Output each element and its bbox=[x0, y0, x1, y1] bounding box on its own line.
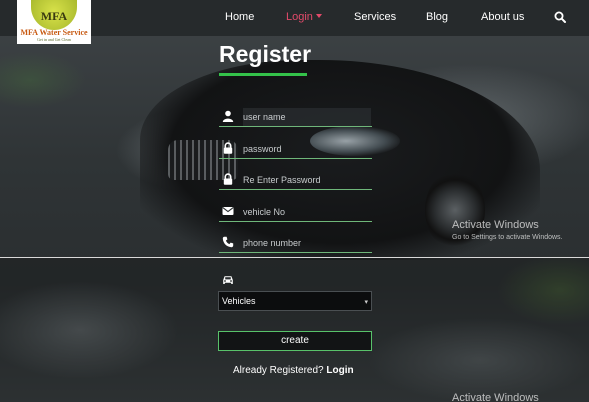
already-registered-text: Already Registered? Login bbox=[233, 365, 354, 376]
logo-name: MFA Water Service bbox=[20, 28, 88, 37]
phone-input[interactable] bbox=[243, 234, 371, 252]
watermark-subtitle: Go to Settings to activate Windows. bbox=[452, 234, 563, 241]
logo-tagline: Get in and Get Clean bbox=[37, 37, 71, 42]
logo-initials: MFA bbox=[31, 0, 77, 30]
vehicle-no-input[interactable] bbox=[243, 203, 371, 221]
logo[interactable]: MFA MFA Water Service Get in and Get Cle… bbox=[17, 0, 91, 44]
vehicle-type-select[interactable]: Vehicles ▾ bbox=[218, 291, 372, 311]
login-link[interactable]: Login bbox=[326, 365, 353, 376]
password-input[interactable] bbox=[243, 140, 371, 158]
reenter-password-input[interactable] bbox=[243, 171, 371, 189]
username-field bbox=[219, 107, 372, 127]
reenter-password-field bbox=[219, 170, 372, 190]
chevron-down-icon: ▾ bbox=[364, 299, 368, 306]
nav-blog[interactable]: Blog bbox=[426, 11, 448, 23]
vehicle-no-field bbox=[219, 202, 372, 222]
watermark-title: Activate Windows bbox=[452, 219, 539, 231]
lock-icon bbox=[223, 142, 233, 154]
user-icon bbox=[222, 110, 234, 122]
select-value: Vehicles bbox=[222, 296, 256, 306]
envelope-icon bbox=[222, 207, 234, 215]
lock-icon bbox=[223, 173, 233, 185]
vehicle-type-row bbox=[219, 270, 372, 289]
nav-about[interactable]: About us bbox=[481, 11, 524, 23]
nav-home[interactable]: Home bbox=[225, 11, 254, 23]
nav-services[interactable]: Services bbox=[354, 11, 396, 23]
username-input[interactable] bbox=[243, 108, 371, 126]
page-seam bbox=[0, 257, 589, 258]
nav-login[interactable]: Login bbox=[286, 11, 322, 23]
page-title: Register bbox=[219, 41, 312, 67]
title-underline bbox=[219, 73, 307, 76]
create-button[interactable]: create bbox=[218, 331, 372, 351]
caret-down-icon bbox=[315, 14, 322, 18]
nav-login-label: Login bbox=[286, 11, 313, 23]
car-icon bbox=[223, 276, 233, 284]
phone-icon bbox=[222, 236, 234, 248]
watermark-title-repeat: Activate Windows bbox=[452, 392, 539, 402]
search-icon[interactable] bbox=[554, 11, 566, 23]
password-field bbox=[219, 139, 372, 159]
already-registered-label: Already Registered? bbox=[233, 365, 324, 376]
phone-field bbox=[219, 233, 372, 253]
